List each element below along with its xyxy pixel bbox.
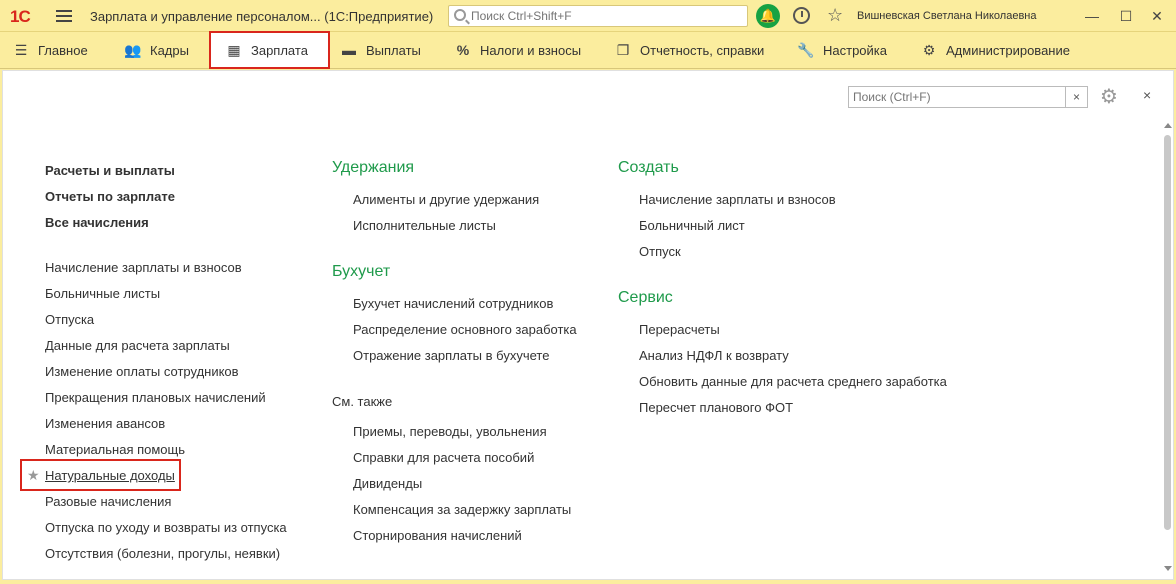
link-plan-accrual-stops[interactable]: Прекращения плановых начислений [45,390,266,405]
link-update-average-earnings[interactable]: Обновить данные для расчета среднего зар… [639,374,947,389]
close-form-button[interactable]: × [1143,87,1151,103]
scroll-up-arrow-icon[interactable] [1164,123,1172,128]
link-salary-data[interactable]: Данные для расчета зарплаты [45,338,230,353]
create-vacation[interactable]: Отпуск [639,244,681,259]
section-panel: ☰ Главное 👥 Кадры ▦ Зарплата ▬ Выплаты % Нало… [0,32,1176,69]
notifications-bell-icon[interactable]: 🔔 [756,4,780,28]
hamburger-icon: ☰ [14,42,28,58]
link-earnings-distribution[interactable]: Распределение основного заработка [353,322,577,337]
documents-icon: ❐ [616,42,630,58]
link-pay-changes[interactable]: Изменение оплаты сотрудников [45,364,239,379]
section-administration[interactable]: ⚙ Администрирование [920,32,1070,69]
link-advance-changes[interactable]: Изменения авансов [45,416,165,431]
link-salary-reflection[interactable]: Отражение зарплаты в бухучете [353,348,549,363]
link-employee-accounting[interactable]: Бухучет начислений сотрудников [353,296,553,311]
link-writs[interactable]: Исполнительные листы [353,218,496,233]
link-parental-leave[interactable]: Отпуска по уходу и возвраты из отпуска [45,520,287,535]
minimize-button[interactable]: — [1081,5,1103,27]
section-settings[interactable]: 🔧 Настройка [797,32,887,69]
section-content: × ⚙ × Расчеты и выплаты Отчеты по зарпла… [2,70,1174,580]
link-recalculations[interactable]: Перерасчеты [639,322,720,337]
link-material-aid[interactable]: Материальная помощь [45,442,185,457]
main-menu-icon[interactable] [56,10,72,22]
link-one-time-accruals[interactable]: Разовые начисления [45,494,171,509]
form-search-input[interactable] [848,86,1066,108]
link-accrual-reversals[interactable]: Сторнирования начислений [353,528,522,543]
favorites-star-icon[interactable]: ☆ [827,5,843,26]
user-name[interactable]: Вишневская Светлана Николаевна [857,10,1037,22]
link-benefit-certificates[interactable]: Справки для расчета пособий [353,450,534,465]
scroll-thumb[interactable] [1164,135,1171,530]
gear-icon: ⚙ [922,42,936,58]
link-all-accruals[interactable]: Все начисления [45,215,149,230]
link-absences[interactable]: Отсутствия (болезни, прогулы, неявки) [45,546,280,561]
section-taxes[interactable]: % Налоги и взносы [454,32,581,69]
link-hiring-transfers[interactable]: Приемы, переводы, увольнения [353,424,547,439]
title-bar: 1С Зарплата и управление персоналом... (… [0,0,1176,32]
section-main[interactable]: ☰ Главное [12,32,88,69]
section-payments[interactable]: ▬ Выплаты [340,32,421,69]
group-deductions-title: Удержания [332,159,415,176]
close-window-button[interactable]: ✕ [1146,5,1168,27]
settings-gear-icon[interactable]: ⚙ [1100,84,1118,109]
link-ndfl-refund-analysis[interactable]: Анализ НДФЛ к возврату [639,348,789,363]
window-title: Зарплата и управление персоналом... (1С:… [90,9,434,24]
salary-highlight-frame [209,31,330,69]
link-sick-leaves[interactable]: Больничные листы [45,286,160,301]
section-hr[interactable]: 👥 Кадры [124,32,189,69]
section-reporting[interactable]: ❐ Отчетность, справки [614,32,765,69]
group-create-title: Создать [618,159,679,176]
global-search-input[interactable] [471,8,741,24]
group-accounting-title: Бухучет [332,263,391,280]
clear-search-button[interactable]: × [1066,86,1088,108]
history-icon[interactable] [793,7,810,24]
app-logo[interactable]: 1С [10,7,31,27]
wrench-icon: 🔧 [797,42,815,58]
people-icon: 👥 [124,42,142,58]
group-service-title: Сервис [618,289,673,306]
form-search[interactable]: × [848,86,1088,108]
wallet-icon: ▬ [342,42,356,58]
link-vacations[interactable]: Отпуска [45,312,94,327]
scroll-down-arrow-icon[interactable] [1164,566,1172,571]
create-salary-accrual[interactable]: Начисление зарплаты и взносов [639,192,836,207]
link-delay-compensation[interactable]: Компенсация за задержку зарплаты [353,502,571,517]
link-calculations-payments[interactable]: Расчеты и выплаты [45,163,175,178]
search-icon [454,9,466,21]
link-salary-reports[interactable]: Отчеты по зарплате [45,189,175,204]
create-sick-leave[interactable]: Больничный лист [639,218,745,233]
link-plan-payroll-recalc[interactable]: Пересчет планового ФОТ [639,400,793,415]
global-search[interactable] [448,5,748,27]
maximize-button[interactable]: ☐ [1115,5,1137,27]
link-alimony[interactable]: Алименты и другие удержания [353,192,539,207]
natural-income-highlight-frame [20,459,181,491]
group-see-also-title: См. также [332,394,393,409]
percent-icon: % [456,42,470,58]
link-salary-accrual[interactable]: Начисление зарплаты и взносов [45,260,242,275]
link-dividends[interactable]: Дивиденды [353,476,422,491]
vertical-scrollbar[interactable] [1163,123,1172,578]
